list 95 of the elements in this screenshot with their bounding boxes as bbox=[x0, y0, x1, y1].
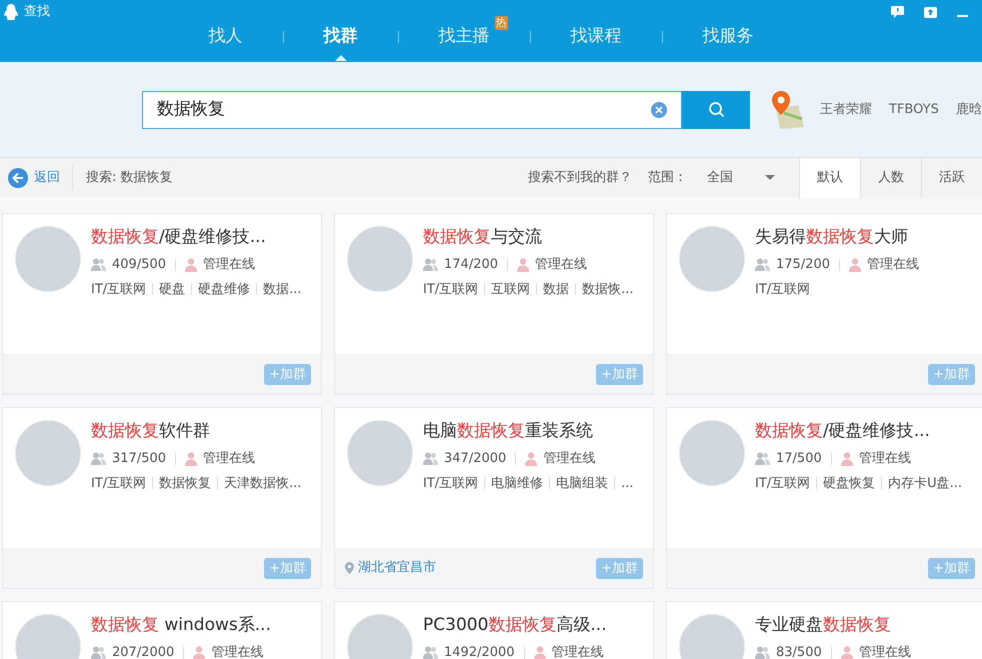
members-icon bbox=[91, 646, 106, 659]
window-title: 查找 bbox=[24, 3, 50, 22]
group-tag: 电脑维修 bbox=[491, 474, 544, 493]
group-tag: ... bbox=[621, 474, 634, 493]
group-tag: IT/互联网 bbox=[755, 474, 810, 493]
person-icon bbox=[849, 258, 862, 272]
upload-icon[interactable] bbox=[924, 6, 937, 18]
person-icon bbox=[840, 646, 853, 659]
members-icon bbox=[423, 452, 438, 466]
members-icon bbox=[91, 452, 106, 466]
group-tag: 硬盘恢复 bbox=[823, 474, 876, 493]
range-label: 范围： bbox=[648, 168, 687, 187]
person-icon bbox=[525, 452, 538, 466]
range-dropdown[interactable]: 全国 bbox=[707, 168, 775, 188]
map-pin-icon[interactable] bbox=[770, 90, 804, 128]
penguin-icon bbox=[4, 4, 18, 20]
members-icon bbox=[755, 452, 770, 466]
group-title[interactable]: 数据恢复/硬盘维修技... bbox=[91, 226, 302, 248]
group-card[interactable]: 专业硬盘数据恢复 83/500 管理在线 bbox=[666, 601, 982, 659]
search-query-label: 搜索: 数据恢复 bbox=[86, 168, 173, 187]
search-field[interactable]: 数据恢复 bbox=[142, 90, 682, 128]
group-card[interactable]: 失易得数据恢复大师 175/200 管理在线 IT/互联网 +加群 bbox=[666, 213, 982, 395]
sort-tab[interactable]: 默认 bbox=[799, 158, 860, 198]
group-card[interactable]: 数据恢复与交流 174/200 管理在线 IT/互联网 互联网 数据 数据恢... +加群 bbox=[334, 213, 654, 395]
admin-status: 管理在线 bbox=[543, 450, 596, 468]
group-title[interactable]: 失易得数据恢复大师 bbox=[755, 226, 920, 248]
search-button[interactable] bbox=[682, 90, 750, 128]
members-icon bbox=[755, 258, 770, 272]
group-title[interactable]: 电脑数据恢复重装系统 bbox=[423, 420, 634, 442]
members-icon bbox=[423, 258, 438, 272]
group-card[interactable]: 数据恢复/硬盘维修技... 17/500 管理在线 IT/互联网 硬盘恢复 内存卡U盘... +加群 bbox=[666, 407, 982, 589]
group-tag: 数据恢... bbox=[582, 280, 634, 299]
group-tag: 硬盘 bbox=[159, 280, 186, 299]
member-count: 17/500 bbox=[776, 450, 822, 468]
group-title[interactable]: PC3000数据恢复高级... bbox=[423, 614, 607, 636]
admin-status: 管理在线 bbox=[211, 644, 264, 659]
person-icon bbox=[534, 646, 546, 659]
group-title[interactable]: 数据恢复与交流 bbox=[423, 226, 634, 248]
group-title[interactable]: 数据恢复 windows系... bbox=[91, 614, 271, 636]
group-card[interactable]: 数据恢复软件群 317/500 管理在线 IT/互联网 数据恢复 天津数据恢... +加群 bbox=[2, 407, 322, 589]
feedback-icon[interactable] bbox=[891, 6, 904, 18]
group-tag: 互联网 bbox=[491, 280, 530, 299]
group-tag: IT/互联网 bbox=[91, 474, 146, 493]
person-icon bbox=[517, 258, 530, 272]
group-title[interactable]: 数据恢复软件群 bbox=[91, 420, 302, 442]
group-card[interactable]: 数据恢复 windows系... 207/2000 管理在线 bbox=[2, 601, 322, 659]
sort-tab[interactable]: 人数 bbox=[860, 158, 921, 198]
hot-search-link[interactable]: 鹿晗 bbox=[956, 100, 982, 120]
group-tag: IT/互联网 bbox=[423, 280, 478, 299]
admin-status: 管理在线 bbox=[203, 450, 256, 468]
hot-badge: 热 bbox=[494, 16, 508, 30]
admin-status: 管理在线 bbox=[203, 256, 256, 274]
clear-icon[interactable] bbox=[651, 102, 667, 118]
members-icon bbox=[91, 258, 106, 272]
person-icon bbox=[185, 258, 198, 272]
member-count: 174/200 bbox=[444, 256, 498, 274]
member-count: 83/500 bbox=[776, 644, 822, 659]
member-count: 1492/2000 bbox=[444, 644, 515, 659]
member-count: 409/500 bbox=[112, 256, 166, 274]
person-icon bbox=[193, 646, 206, 659]
group-tag: IT/互联网 bbox=[423, 474, 478, 493]
group-tag: 硬盘维修 bbox=[198, 280, 250, 299]
hot-search-link[interactable]: TFBOYS bbox=[889, 100, 939, 120]
group-tag: 数据... bbox=[263, 280, 302, 299]
group-tag: IT/互联网 bbox=[755, 280, 810, 299]
caret-icon bbox=[765, 175, 775, 180]
search-icon bbox=[708, 101, 724, 118]
help-link[interactable]: 搜索不到我的群？ bbox=[528, 168, 632, 188]
group-card[interactable]: 数据恢复/硬盘维修技... 409/500 管理在线 IT/互联网 硬盘 硬盘维修 数据... +加群 bbox=[2, 213, 322, 395]
group-tag: 天津数据恢... bbox=[224, 474, 302, 493]
sort-tab[interactable]: 活跃 bbox=[921, 158, 982, 198]
location-pin-icon bbox=[345, 562, 354, 574]
member-count: 175/200 bbox=[776, 256, 830, 274]
admin-status: 管理在线 bbox=[858, 450, 911, 468]
group-card[interactable]: 电脑数据恢复重装系统 347/2000 管理在线 IT/互联网 电脑维修 电脑组装 ... 湖北省宜昌市 +加群 bbox=[334, 407, 654, 589]
person-icon bbox=[840, 452, 853, 466]
member-count: 207/2000 bbox=[112, 644, 174, 659]
group-tag: 内存卡U盘... bbox=[888, 474, 962, 493]
group-tag: 电脑组装 bbox=[556, 474, 608, 493]
group-tag: IT/互联网 bbox=[91, 280, 146, 299]
admin-status: 管理在线 bbox=[858, 644, 911, 659]
admin-status: 管理在线 bbox=[535, 256, 588, 274]
person-icon bbox=[185, 452, 198, 466]
group-tag: 数据 bbox=[543, 280, 570, 299]
group-title[interactable]: 数据恢复/硬盘维修技... bbox=[755, 420, 962, 442]
group-card[interactable]: PC3000数据恢复高级... 1492/2000 管理在线 bbox=[334, 601, 654, 659]
admin-status: 管理在线 bbox=[867, 256, 920, 274]
group-title[interactable]: 专业硬盘数据恢复 bbox=[755, 614, 911, 636]
hot-search-link[interactable]: 王者荣耀 bbox=[820, 100, 872, 120]
members-icon bbox=[755, 646, 770, 659]
members-icon bbox=[423, 646, 438, 659]
member-count: 317/500 bbox=[112, 450, 166, 468]
admin-status: 管理在线 bbox=[552, 644, 604, 659]
group-tag: 数据恢复 bbox=[159, 474, 212, 493]
member-count: 347/2000 bbox=[444, 450, 506, 468]
